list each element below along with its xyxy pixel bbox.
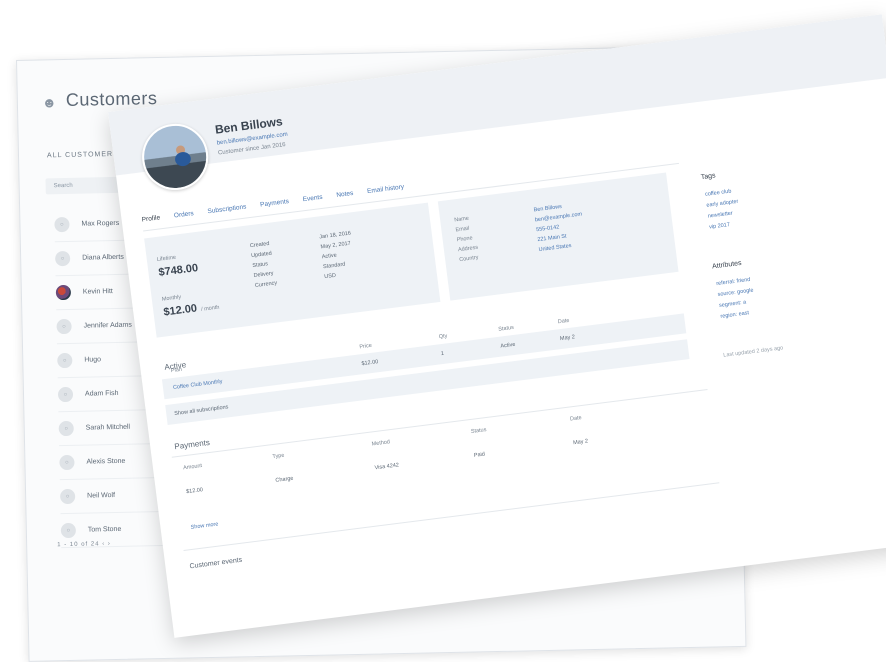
customer-name: Alexis Stone <box>86 457 126 466</box>
events-divider <box>183 482 720 551</box>
pagination[interactable]: 1 - 10 of 24 ‹ › <box>57 541 111 548</box>
tag-link[interactable]: coffee club <box>705 189 732 198</box>
avatar: ○ <box>59 488 76 505</box>
customer-name: Sarah Mitchell <box>85 423 131 432</box>
payments-cell: May 2 <box>572 438 589 447</box>
tab-payments[interactable]: Payments <box>260 198 290 209</box>
avatar <box>55 284 72 301</box>
payments-column-header[interactable]: Type <box>272 453 285 460</box>
payments-column-header[interactable]: Date <box>570 415 582 422</box>
attribute-link[interactable]: referral: friend <box>716 277 751 287</box>
customer-name: Neil Wolf <box>87 492 116 500</box>
attribute-link[interactable]: source: google <box>717 288 754 298</box>
attribute-link[interactable]: segment: a <box>719 300 747 309</box>
customer-name: Tom Stone <box>87 525 122 534</box>
payments-title: Payments <box>173 437 211 452</box>
tab-orders[interactable]: Orders <box>174 210 195 219</box>
attribute-link[interactable]: region: east <box>720 310 749 320</box>
tab-email-history[interactable]: Email history <box>367 184 405 196</box>
customer-name: Kevin Hitt <box>82 288 113 296</box>
tab-events[interactable]: Events <box>302 194 323 203</box>
user-icon: ○ <box>62 323 66 330</box>
payments-column-header[interactable]: Method <box>371 439 390 447</box>
user-icon: ○ <box>65 493 70 500</box>
avatar: ○ <box>55 250 71 267</box>
payments-column-header[interactable]: Status <box>471 427 487 435</box>
user-icon: ○ <box>64 425 69 432</box>
payments-cell: Paid <box>473 451 486 459</box>
avatar: ○ <box>60 522 77 539</box>
tags-title: Tags <box>700 172 717 182</box>
tab-subscriptions[interactable]: Subscriptions <box>207 203 247 215</box>
monthly-unit: / month <box>200 304 220 313</box>
user-icon: ○ <box>60 221 64 228</box>
payments-column-header[interactable]: Amount <box>183 463 203 471</box>
user-icon: ○ <box>60 255 65 262</box>
user-icon: ○ <box>66 527 71 534</box>
users-icon: ☻ <box>41 93 57 110</box>
avatar: ○ <box>57 352 73 369</box>
orders-column-header[interactable]: Date <box>558 318 570 325</box>
customer-name: Adam Fish <box>84 389 119 398</box>
avatar: ○ <box>56 318 72 335</box>
tab-notes[interactable]: Notes <box>336 190 354 199</box>
customer-name: Jennifer Adams <box>83 321 132 330</box>
orders-column-header[interactable]: Price <box>359 343 372 351</box>
list-subheading: ALL CUSTOMERS <box>46 150 119 160</box>
avatar: ○ <box>58 420 74 437</box>
tag-link[interactable]: newsletter <box>707 211 733 220</box>
user-icon: ○ <box>62 357 67 364</box>
user-icon: ○ <box>65 459 69 466</box>
avatar: ○ <box>59 454 75 471</box>
orders-cell: 1 <box>440 350 445 358</box>
tab-profile[interactable]: Profile <box>141 214 160 223</box>
orders-column-header[interactable]: Qty <box>438 333 447 340</box>
payments-cell: Visa 4242 <box>374 462 400 472</box>
orders-column-header[interactable]: Status <box>498 325 514 333</box>
customer-name: Max Rogers <box>81 219 120 228</box>
attributes-title: Attributes <box>711 259 742 271</box>
customer-detail-window: Ben Billows ben.billows@example.com Cust… <box>108 14 886 638</box>
events-title: Customer events <box>189 556 243 571</box>
user-icon: ○ <box>63 391 68 398</box>
customer-name: Hugo <box>84 356 102 364</box>
avatar: ○ <box>57 386 74 403</box>
show-more-link[interactable]: Show more <box>190 521 218 530</box>
payments-cell: Charge <box>275 475 294 484</box>
tag-link[interactable]: early adopter <box>706 199 739 209</box>
updated-note: Last updated 2 days ago <box>723 345 784 359</box>
avatar: ○ <box>54 216 70 233</box>
payments-cell: $12.00 <box>185 487 204 496</box>
tag-link[interactable]: vip 2017 <box>709 222 730 231</box>
orders-column-header[interactable]: Plan <box>171 367 183 374</box>
customer-name: Diana Alberts <box>82 253 124 262</box>
